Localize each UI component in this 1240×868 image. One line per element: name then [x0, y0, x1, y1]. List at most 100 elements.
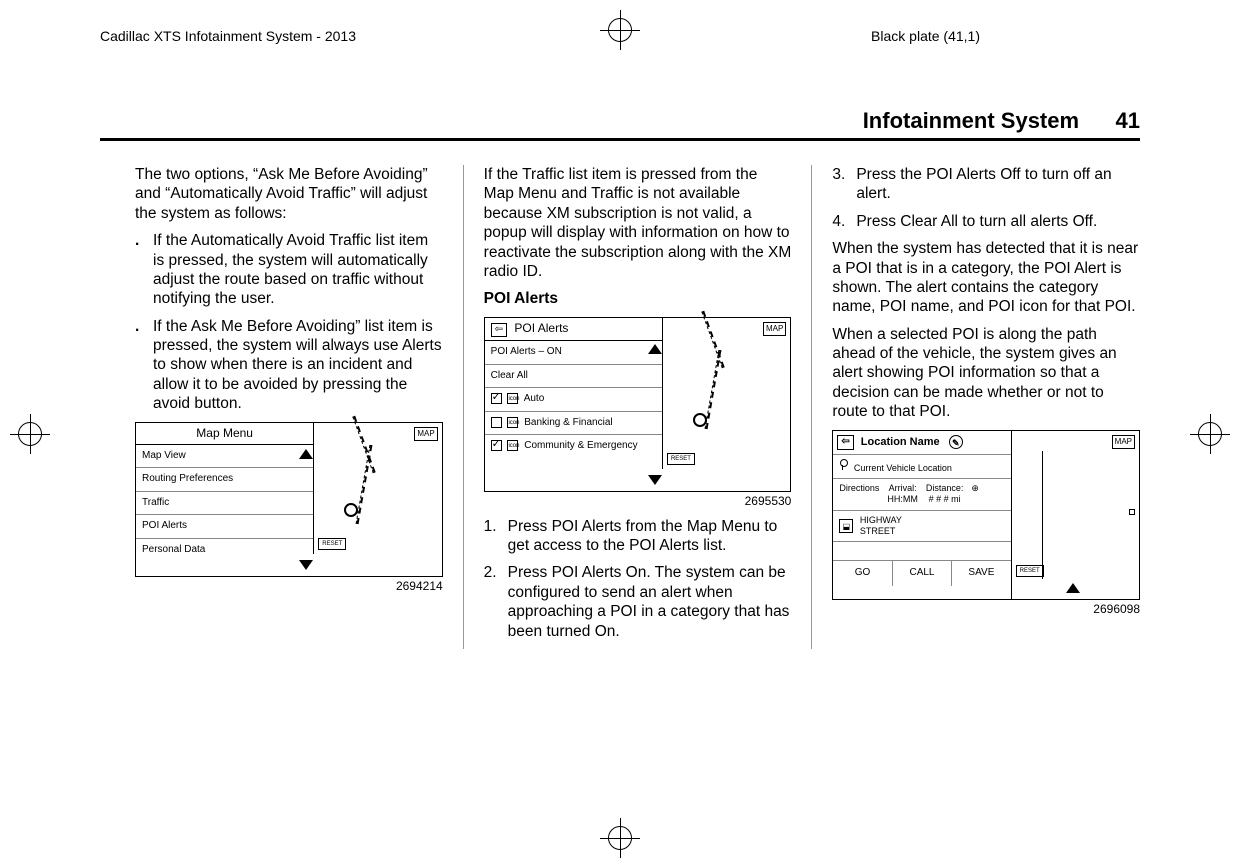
step-number: 4. — [832, 212, 856, 231]
bullet-dot-icon: . — [135, 317, 153, 414]
figure-map-preview: MAP RESET — [1011, 431, 1139, 599]
interchange-icon: ⬓ — [839, 519, 853, 533]
up-arrow-icon — [1066, 583, 1080, 593]
col2-subheading: POI Alerts — [484, 289, 792, 308]
back-arrow-icon: ⇦ — [491, 323, 507, 338]
step-text: Press the POI Alerts Off to turn off an … — [856, 165, 1140, 204]
go-button: GO — [833, 561, 892, 586]
column-2: If the Traffic list item is pressed from… — [484, 165, 792, 649]
row-label: Community & Emergency — [524, 441, 637, 452]
figure-list-item: Clear All — [485, 365, 662, 389]
column-divider — [811, 165, 812, 649]
bullet-item: . If the Automatically Avoid Traffic lis… — [135, 231, 443, 309]
distance-label: Distance: — [926, 483, 964, 494]
plate-label: Black plate (41,1) — [871, 28, 980, 44]
figure-caption: 2694214 — [135, 579, 443, 594]
location-name-figure: ⇦ Location Name ✎ Current Vehicle Locati… — [832, 430, 1140, 600]
step-text: Press POI Alerts On. The system can be c… — [508, 563, 792, 641]
row-label: Auto — [524, 393, 545, 404]
category-icon: icon — [507, 440, 518, 451]
numbered-step: 2. Press POI Alerts On. The system can b… — [484, 563, 792, 641]
arrival-value: HH:MM — [887, 494, 918, 505]
figure-list-item: icon Banking & Financial — [485, 412, 662, 436]
scroll-down-icon — [299, 560, 313, 570]
vehicle-position-icon — [344, 503, 358, 517]
step-number: 3. — [832, 165, 856, 204]
current-location-label: Current Vehicle Location — [854, 463, 952, 473]
figure-title-row: ⇦ Location Name ✎ — [833, 431, 1010, 455]
checkbox-unchecked-icon — [491, 417, 502, 428]
crop-circle-top — [608, 18, 632, 42]
figure-list-item: icon Auto — [485, 388, 662, 412]
figure-caption: 2696098 — [832, 602, 1140, 617]
figure-map-preview: MAP RESET — [313, 423, 441, 554]
action-button-row: GO CALL SAVE — [833, 560, 1010, 586]
step-text: Press Clear All to turn all alerts Off. — [856, 212, 1140, 231]
crop-circle-bottom — [608, 826, 632, 850]
reset-button-icon: RESET — [318, 538, 346, 550]
step-number: 2. — [484, 563, 508, 641]
figure-caption: 2695530 — [484, 494, 792, 509]
crop-circle-left — [18, 422, 42, 446]
map-menu-figure: Map Menu Map View Routing Preferences Tr… — [135, 422, 443, 577]
step-number: 1. — [484, 517, 508, 556]
checkbox-checked-icon — [491, 393, 502, 404]
reset-button-icon: RESET — [1016, 565, 1044, 577]
highway-label: HIGHWAY — [860, 515, 902, 526]
map-button-icon: MAP — [414, 427, 437, 441]
map-button-icon: MAP — [1112, 435, 1135, 449]
numbered-step: 1. Press POI Alerts from the Map Menu to… — [484, 517, 792, 556]
figure-list-item: POI Alerts — [136, 515, 313, 539]
figure-title: Location Name — [861, 435, 940, 447]
page-header: Infotainment System 41 — [100, 108, 1140, 141]
trip-info-row: Directions Arrival: HH:MM Distance: # # … — [833, 479, 1010, 511]
current-location-row: Current Vehicle Location — [833, 455, 1010, 479]
col1-intro: The two options, “Ask Me Before Avoiding… — [135, 165, 443, 223]
row-label: Banking & Financial — [524, 417, 612, 428]
bullet-item: . If the Ask Me Before Avoiding” list it… — [135, 317, 443, 414]
road-line-icon — [353, 415, 376, 472]
figure-map-preview: MAP RESET — [662, 318, 790, 469]
map-button-icon: MAP — [763, 322, 786, 336]
reset-button-icon: RESET — [667, 453, 695, 465]
road-line-icon — [356, 444, 373, 523]
figure-title: Map Menu — [136, 423, 313, 445]
directions-label: Directions — [839, 483, 879, 506]
numbered-step: 4. Press Clear All to turn all alerts Of… — [832, 212, 1140, 231]
call-button: CALL — [893, 561, 952, 586]
category-icon: icon — [507, 417, 518, 428]
section-title: Infotainment System — [863, 108, 1079, 133]
road-line-icon — [1042, 451, 1043, 579]
numbered-step: 3. Press the POI Alerts Off to turn off … — [832, 165, 1140, 204]
scroll-down-icon — [648, 475, 662, 485]
edit-icon: ✎ — [949, 435, 963, 449]
bullet-text: If the Ask Me Before Avoiding” list item… — [153, 317, 443, 414]
pin-icon — [839, 459, 847, 471]
arrival-label: Arrival: — [887, 483, 918, 494]
zoom-icon: ⊕ — [971, 483, 979, 506]
bullet-dot-icon: . — [135, 231, 153, 309]
col2-para: If the Traffic list item is pressed from… — [484, 165, 792, 281]
step-text: Press POI Alerts from the Map Menu to ge… — [508, 517, 792, 556]
vehicle-position-icon — [693, 413, 707, 427]
bullet-text: If the Automatically Avoid Traffic list … — [153, 231, 443, 309]
figure-list-item: Personal Data — [136, 539, 313, 562]
col3-para: When the system has detected that it is … — [832, 239, 1140, 317]
checkbox-checked-icon — [491, 440, 502, 451]
column-divider — [463, 165, 464, 649]
column-1: The two options, “Ask Me Before Avoiding… — [135, 165, 443, 649]
figure-title: POI Alerts — [514, 321, 568, 335]
back-arrow-icon: ⇦ — [837, 435, 853, 450]
figure-list-item: Traffic — [136, 492, 313, 516]
street-label: STREET — [860, 526, 902, 537]
distance-value: # # # mi — [926, 494, 964, 505]
scroll-up-icon — [299, 449, 313, 459]
save-button: SAVE — [952, 561, 1010, 586]
crop-circle-right — [1198, 422, 1222, 446]
manual-title-header: Cadillac XTS Infotainment System - 2013 — [100, 28, 356, 44]
content-columns: The two options, “Ask Me Before Avoiding… — [135, 165, 1140, 649]
marker-icon — [1129, 509, 1135, 515]
poi-alerts-figure: ⇦ POI Alerts POI Alerts – ON Clear All i… — [484, 317, 792, 492]
figure-list-item: POI Alerts – ON — [485, 341, 662, 365]
figure-title-row: ⇦ POI Alerts — [485, 318, 662, 342]
